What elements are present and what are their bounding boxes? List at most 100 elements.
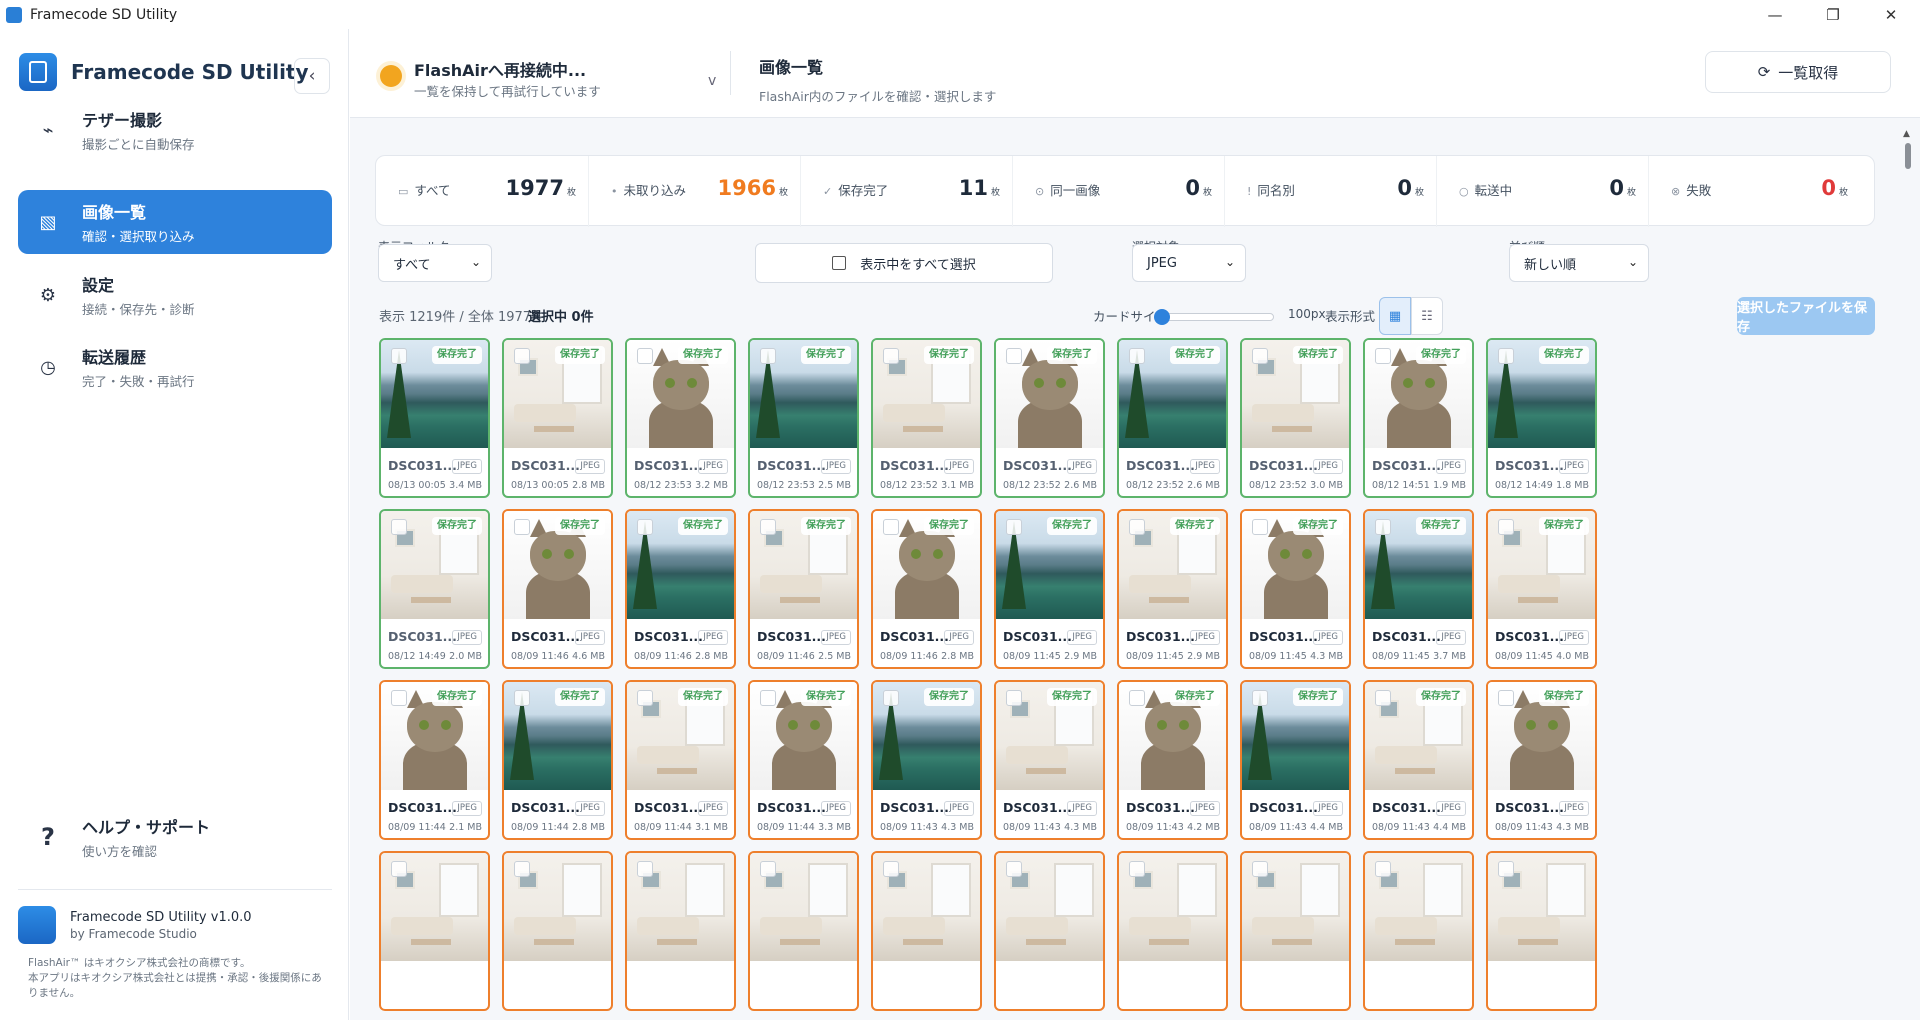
stat-card[interactable]: ⊗ 失敗 0 枚 bbox=[1648, 156, 1860, 227]
grid-view-button[interactable]: ▦ bbox=[1379, 297, 1411, 335]
image-card[interactable]: 保存完了 DSC031... JPEG 08/09 11:43 4.4 MB bbox=[1363, 680, 1474, 840]
image-card[interactable]: 保存完了 DSC031... JPEG 08/09 11:43 4.3 MB bbox=[1486, 680, 1597, 840]
image-card[interactable]: 保存完了 DSC031... JPEG 08/09 11:46 2.8 MB bbox=[625, 509, 736, 669]
card-checkbox[interactable] bbox=[760, 690, 776, 706]
card-checkbox[interactable] bbox=[1252, 519, 1268, 535]
image-card[interactable]: 保存完了 DSC031... JPEG 08/12 14:51 1.9 MB bbox=[1363, 338, 1474, 498]
card-size-slider[interactable] bbox=[1154, 309, 1274, 325]
card-checkbox[interactable] bbox=[1498, 519, 1514, 535]
image-card[interactable] bbox=[994, 851, 1105, 1011]
image-card[interactable]: 保存完了 DSC031... JPEG 08/09 11:46 2.8 MB bbox=[871, 509, 982, 669]
card-checkbox[interactable] bbox=[514, 861, 530, 877]
image-card[interactable] bbox=[871, 851, 982, 1011]
image-card[interactable]: 保存完了 DSC031... JPEG 08/12 14:49 2.0 MB bbox=[379, 509, 490, 669]
stat-card[interactable]: ⊙ 同一画像 0 枚 bbox=[1012, 156, 1224, 227]
refresh-list-button[interactable]: ⟳ 一覧取得 bbox=[1705, 51, 1891, 93]
image-card[interactable] bbox=[379, 851, 490, 1011]
image-card[interactable]: 保存完了 DSC031... JPEG 08/12 23:52 2.6 MB bbox=[994, 338, 1105, 498]
minimize-button[interactable]: — bbox=[1746, 0, 1804, 29]
nav-item-help[interactable]: ? ヘルプ・サポート 使い方を確認 bbox=[18, 805, 332, 869]
slider-handle[interactable] bbox=[1154, 309, 1170, 325]
image-card[interactable] bbox=[1240, 851, 1351, 1011]
select-all-checkbox[interactable] bbox=[832, 256, 847, 270]
nav-item-images[interactable]: ▧ 画像一覧 確認・選択取り込み bbox=[18, 190, 332, 254]
card-checkbox[interactable] bbox=[1375, 348, 1391, 364]
image-card[interactable]: 保存完了 DSC031... JPEG 08/12 23:53 3.2 MB bbox=[625, 338, 736, 498]
image-card[interactable]: 保存完了 DSC031... JPEG 08/12 14:49 1.8 MB bbox=[1486, 338, 1597, 498]
stat-card[interactable]: ○ 転送中 0 枚 bbox=[1436, 156, 1648, 227]
card-checkbox[interactable] bbox=[1375, 861, 1391, 877]
image-card[interactable]: 保存完了 DSC031... JPEG 08/09 11:44 3.3 MB bbox=[748, 680, 859, 840]
card-checkbox[interactable] bbox=[1252, 861, 1268, 877]
image-card[interactable]: 保存完了 DSC031... JPEG 08/09 11:45 2.9 MB bbox=[994, 509, 1105, 669]
chevron-down-icon[interactable]: v bbox=[708, 73, 716, 89]
card-checkbox[interactable] bbox=[637, 348, 653, 364]
card-checkbox[interactable] bbox=[1375, 690, 1391, 706]
select-all-toggle[interactable]: 表示中をすべて選択 bbox=[755, 243, 1053, 283]
target-select[interactable]: JPEG ⌄ bbox=[1132, 244, 1246, 282]
scroll-thumb[interactable] bbox=[1905, 143, 1911, 169]
image-card[interactable] bbox=[1363, 851, 1474, 1011]
card-checkbox[interactable] bbox=[1498, 861, 1514, 877]
stat-card[interactable]: ▭ すべて 1977 枚 bbox=[376, 156, 588, 227]
card-checkbox[interactable] bbox=[1129, 690, 1145, 706]
connection-status[interactable]: FlashAirへ再接続中... 一覧を保持して再試行しています v bbox=[380, 53, 716, 99]
card-checkbox[interactable] bbox=[883, 690, 899, 706]
image-card[interactable]: 保存完了 DSC031... JPEG 08/09 11:43 4.3 MB bbox=[994, 680, 1105, 840]
image-card[interactable] bbox=[502, 851, 613, 1011]
image-card[interactable]: 保存完了 DSC031... JPEG 08/09 11:43 4.4 MB bbox=[1240, 680, 1351, 840]
image-card[interactable]: 保存完了 DSC031... JPEG 08/09 11:44 2.8 MB bbox=[502, 680, 613, 840]
stat-card[interactable]: • 未取り込み 1966 枚 bbox=[588, 156, 800, 227]
nav-item-tether[interactable]: ⌁ テザー撮影 撮影ごとに自動保存 bbox=[18, 98, 332, 162]
card-checkbox[interactable] bbox=[883, 348, 899, 364]
image-card[interactable]: 保存完了 DSC031... JPEG 08/12 23:53 2.5 MB bbox=[748, 338, 859, 498]
card-checkbox[interactable] bbox=[637, 690, 653, 706]
card-checkbox[interactable] bbox=[1129, 348, 1145, 364]
image-card[interactable] bbox=[625, 851, 736, 1011]
save-selected-button[interactable]: 選択したファイルを保存 bbox=[1737, 297, 1875, 335]
image-card[interactable]: 保存完了 DSC031... JPEG 08/09 11:44 2.1 MB bbox=[379, 680, 490, 840]
image-card[interactable] bbox=[748, 851, 859, 1011]
close-button[interactable]: ✕ bbox=[1862, 0, 1920, 29]
image-card[interactable] bbox=[1117, 851, 1228, 1011]
card-checkbox[interactable] bbox=[514, 690, 530, 706]
card-checkbox[interactable] bbox=[637, 519, 653, 535]
card-checkbox[interactable] bbox=[391, 348, 407, 364]
image-card[interactable]: 保存完了 DSC031... JPEG 08/12 23:52 3.1 MB bbox=[871, 338, 982, 498]
card-checkbox[interactable] bbox=[637, 861, 653, 877]
card-checkbox[interactable] bbox=[1252, 348, 1268, 364]
image-card[interactable]: 保存完了 DSC031... JPEG 08/12 23:52 2.6 MB bbox=[1117, 338, 1228, 498]
image-card[interactable]: 保存完了 DSC031... JPEG 08/09 11:45 3.7 MB bbox=[1363, 509, 1474, 669]
card-checkbox[interactable] bbox=[514, 519, 530, 535]
image-card[interactable]: 保存完了 DSC031... JPEG 08/09 11:43 4.2 MB bbox=[1117, 680, 1228, 840]
card-checkbox[interactable] bbox=[1129, 861, 1145, 877]
card-checkbox[interactable] bbox=[1375, 519, 1391, 535]
card-checkbox[interactable] bbox=[760, 519, 776, 535]
card-checkbox[interactable] bbox=[391, 861, 407, 877]
collapse-sidebar-button[interactable]: ‹ bbox=[294, 58, 330, 94]
image-card[interactable]: 保存完了 DSC031... JPEG 08/09 11:45 2.9 MB bbox=[1117, 509, 1228, 669]
card-checkbox[interactable] bbox=[1006, 690, 1022, 706]
card-checkbox[interactable] bbox=[1006, 861, 1022, 877]
image-card[interactable]: 保存完了 DSC031... JPEG 08/09 11:45 4.0 MB bbox=[1486, 509, 1597, 669]
card-checkbox[interactable] bbox=[760, 861, 776, 877]
card-checkbox[interactable] bbox=[391, 519, 407, 535]
image-card[interactable]: 保存完了 DSC031... JPEG 08/09 11:46 2.5 MB bbox=[748, 509, 859, 669]
card-checkbox[interactable] bbox=[1006, 519, 1022, 535]
list-view-button[interactable]: ☷ bbox=[1411, 297, 1443, 335]
image-card[interactable]: 保存完了 DSC031... JPEG 08/09 11:46 4.6 MB bbox=[502, 509, 613, 669]
image-card[interactable]: 保存完了 DSC031... JPEG 08/12 23:52 3.0 MB bbox=[1240, 338, 1351, 498]
sort-select[interactable]: 新しい順 ⌄ bbox=[1509, 244, 1649, 282]
image-card[interactable]: 保存完了 DSC031... JPEG 08/09 11:43 4.3 MB bbox=[871, 680, 982, 840]
image-card[interactable]: 保存完了 DSC031... JPEG 08/13 00:05 2.8 MB bbox=[502, 338, 613, 498]
card-checkbox[interactable] bbox=[883, 861, 899, 877]
card-checkbox[interactable] bbox=[1498, 690, 1514, 706]
nav-item-settings[interactable]: ⚙ 設定 接続・保存先・診断 bbox=[18, 263, 332, 327]
image-card[interactable]: 保存完了 DSC031... JPEG 08/09 11:44 3.1 MB bbox=[625, 680, 736, 840]
card-checkbox[interactable] bbox=[391, 690, 407, 706]
scrollbar[interactable]: ▲ bbox=[1902, 129, 1914, 1019]
display-filter-select[interactable]: すべて ⌄ bbox=[378, 244, 492, 282]
card-checkbox[interactable] bbox=[1006, 348, 1022, 364]
card-checkbox[interactable] bbox=[760, 348, 776, 364]
card-checkbox[interactable] bbox=[883, 519, 899, 535]
